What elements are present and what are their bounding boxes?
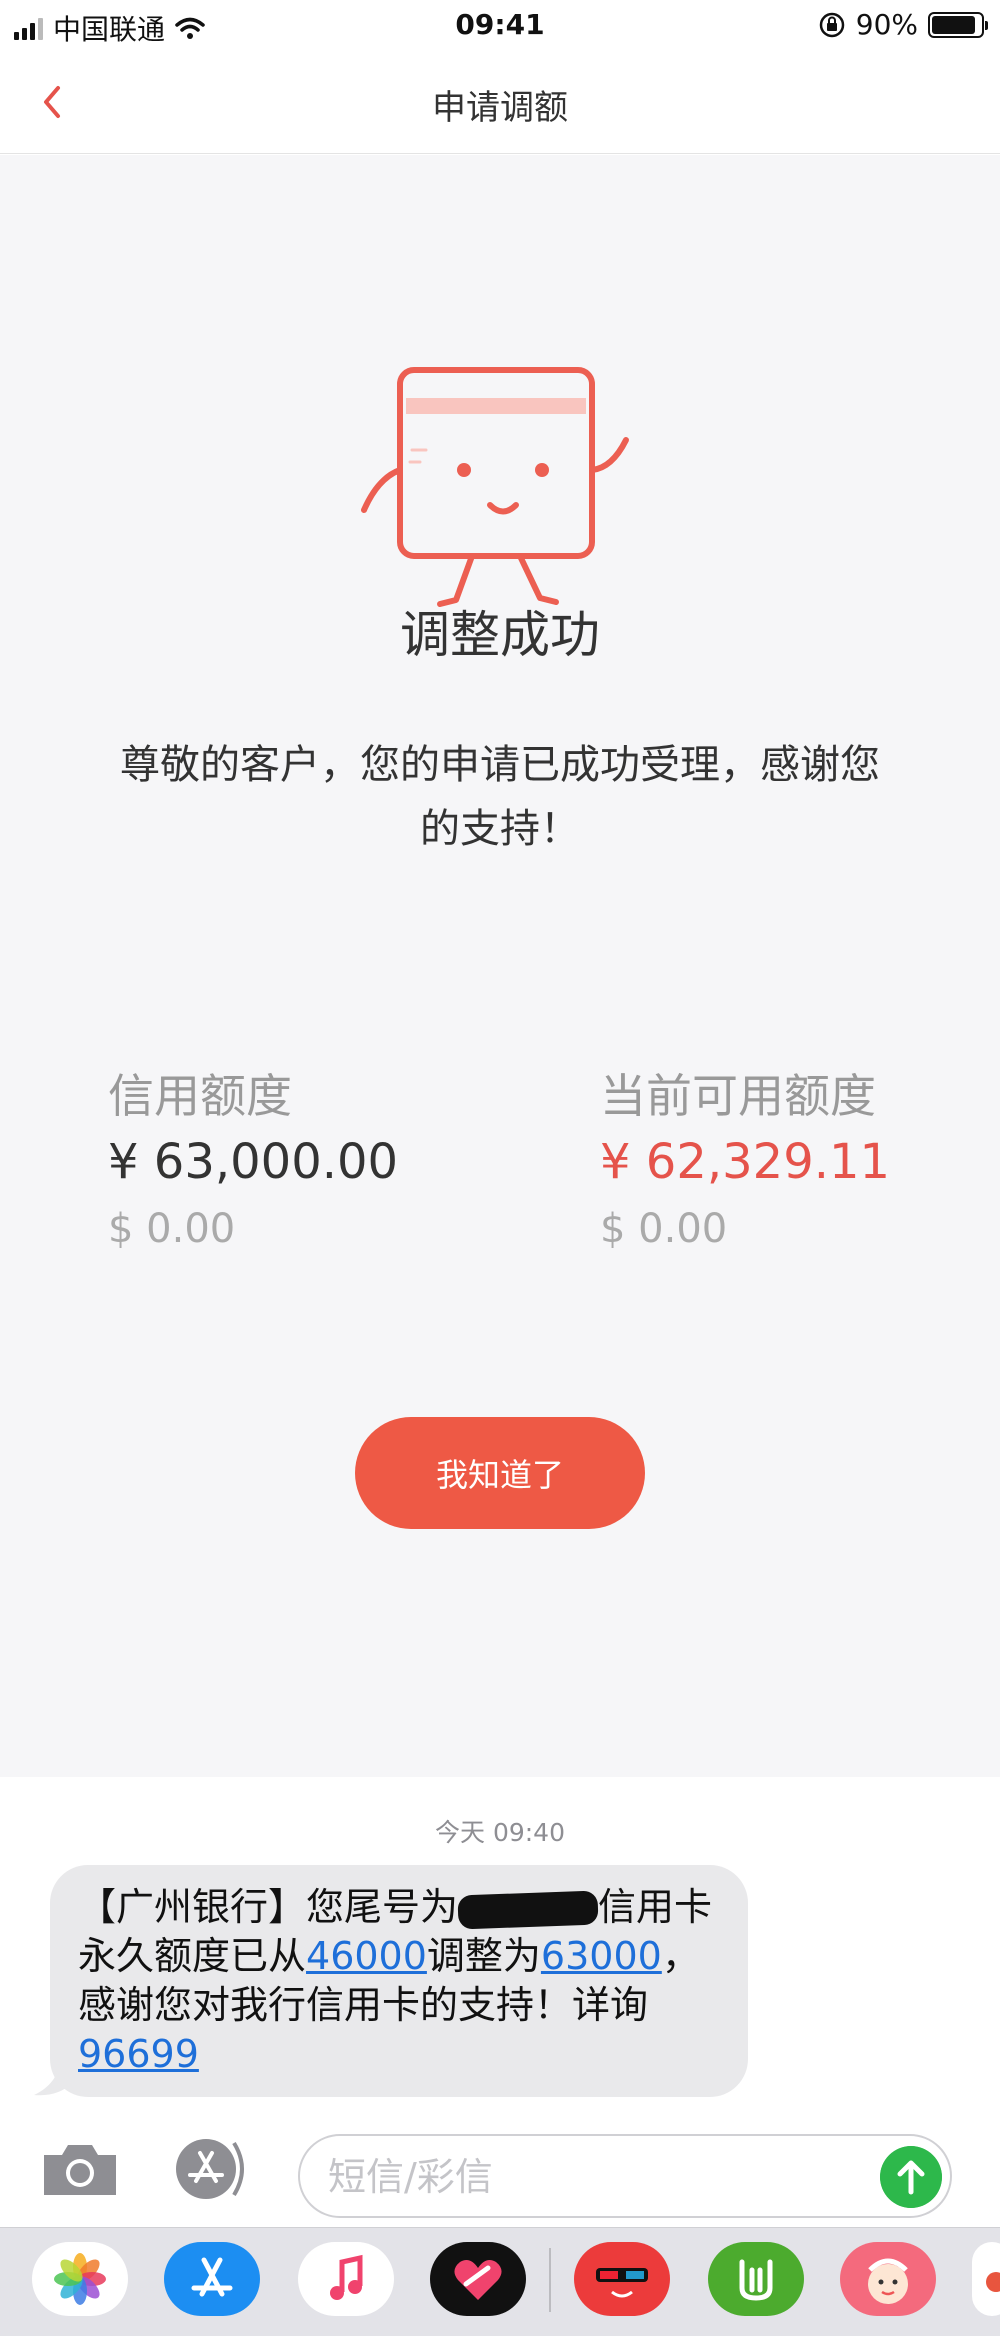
rotation-lock-icon [819,12,845,37]
available-credit-block: 当前可用额度 ¥ 62,329.11 $ 0.00 [600,1060,890,1252]
sms-link-amount[interactable]: 46000 [306,1934,427,1978]
status-bar: 中国联通 09:41 90% [0,0,1000,50]
ok-button[interactable]: 我知道了 [355,1417,645,1529]
result-message: 尊敬的客户，您的申请已成功受理，感谢您的支持！ [120,742,880,852]
message-input[interactable] [328,2150,868,2204]
credit-limit-block: 信用额度 ¥ 63,000.00 $ 0.00 [108,1060,398,1252]
photos-icon[interactable] [32,2242,128,2316]
baby-app-icon[interactable] [840,2242,936,2316]
message-timestamp: 今天 09:40 [435,1818,565,1847]
nav-bar: 申请调额 [0,50,1000,154]
message-input-wrapper [298,2134,952,2218]
credit-limit-usd: $ 0.00 [108,1206,236,1252]
red-glasses-app-icon[interactable] [574,2242,670,2316]
credit-limit-amount: ¥ 63,000.00 [108,1134,399,1190]
available-credit-amount: ¥ 62,329.11 [600,1134,891,1190]
status-right: 90% [818,8,988,41]
sms-link-phone[interactable]: 96699 [78,2032,199,2076]
heart-app-icon[interactable] [430,2242,526,2316]
sms-bubble[interactable]: 【广州银行】您尾号为 信用卡永久额度已从46000调整为63000，感谢您对我行信… [50,1865,748,2097]
result-title: 调整成功 [400,606,600,664]
redacted-card-number [457,1890,599,1929]
app-store-icon[interactable] [170,2137,256,2201]
page-title: 申请调额 [432,88,568,128]
more-app-icon[interactable] [972,2242,1000,2316]
credit-limit-label: 信用额度 [108,1069,292,1123]
message-composer [0,2107,1000,2227]
available-credit-label: 当前可用额度 [600,1069,876,1123]
sms-thread: 今天 09:40 【广州银行】您尾号为 信用卡永久额度已从46000调整为6300… [0,1777,1000,2107]
camera-icon[interactable] [38,2137,122,2201]
app-store-icon[interactable] [164,2242,260,2316]
available-credit-usd: $ 0.00 [600,1206,728,1252]
sms-text: 【广州银行】您尾号为 [78,1885,459,1929]
sms-text: 调整为 [426,1934,541,1978]
green-app-icon[interactable] [708,2242,804,2316]
send-button[interactable] [880,2146,942,2208]
sms-link-amount[interactable]: 63000 [541,1934,662,1978]
imessage-app-tray [0,2227,1000,2336]
music-icon[interactable] [298,2242,394,2316]
battery-icon [928,11,988,38]
result-page: 调整成功 尊敬的客户，您的申请已成功受理，感谢您的支持！ 信用额度 ¥ 63,0… [0,155,1000,1777]
tray-divider [549,2248,551,2312]
battery-percent: 90% [855,8,918,41]
